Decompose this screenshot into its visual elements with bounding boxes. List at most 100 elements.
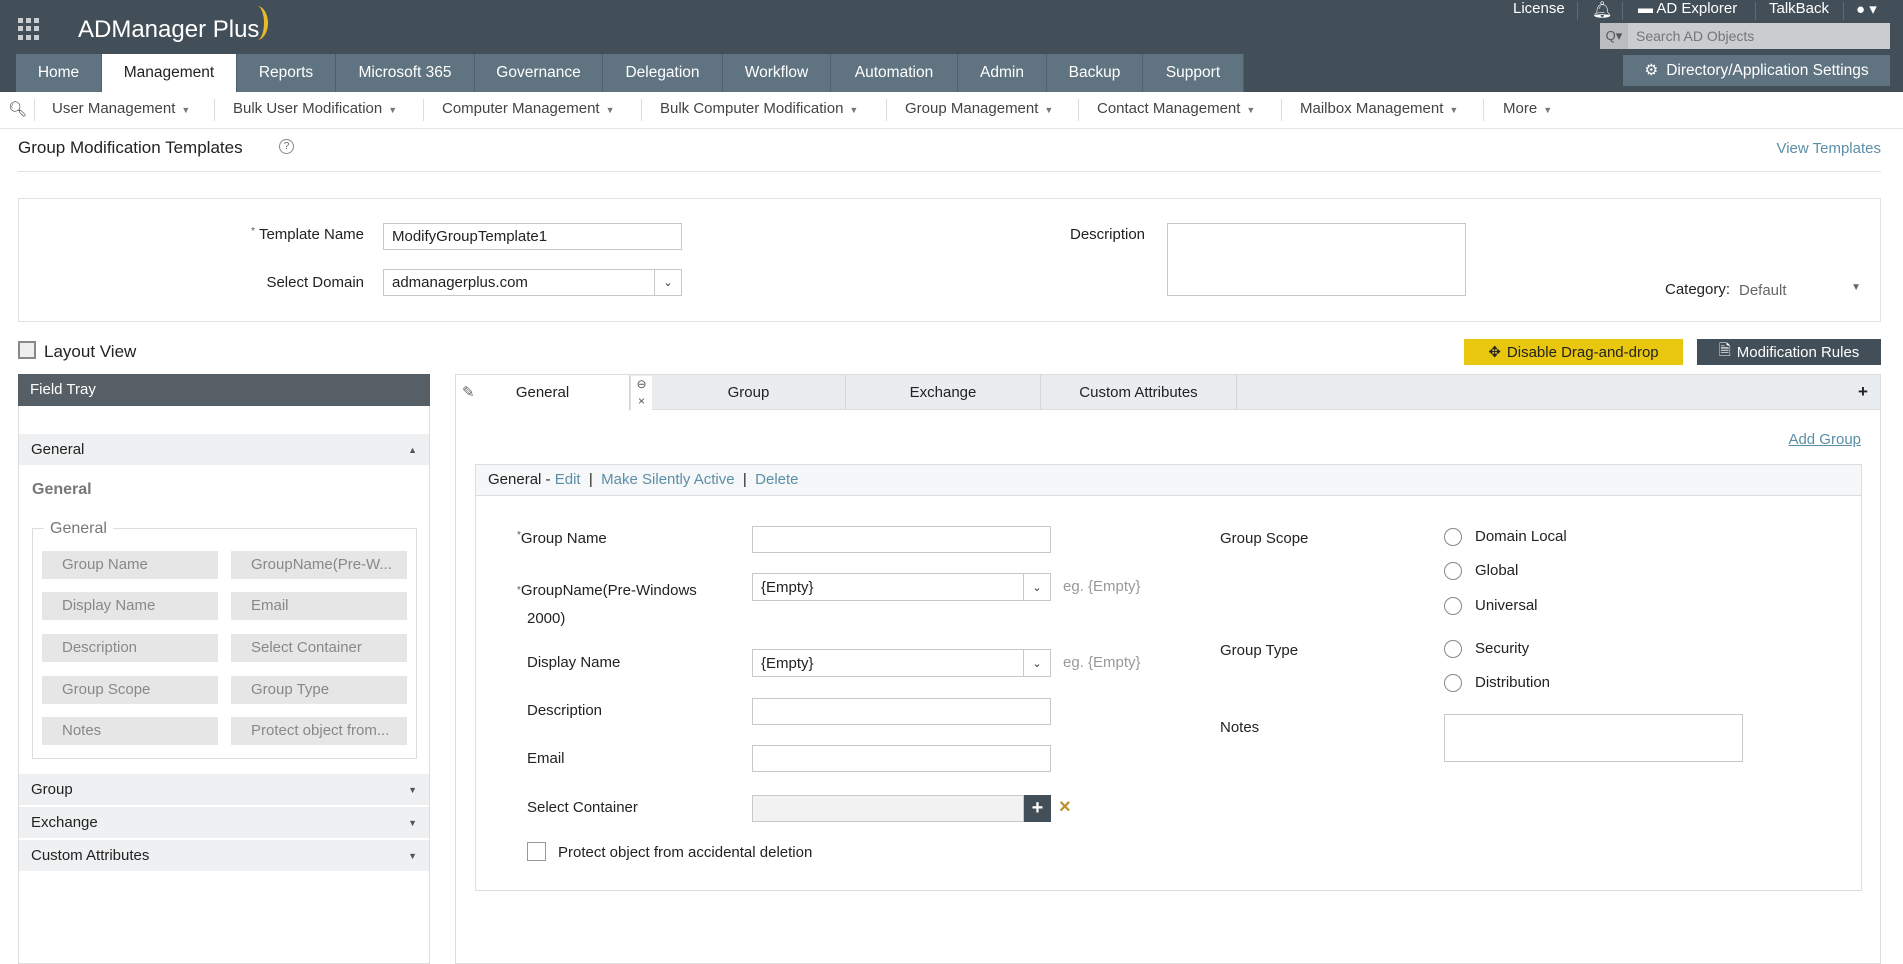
add-tab-plus-icon[interactable]: + (1858, 382, 1868, 402)
layout-tab-group[interactable]: Group (652, 375, 846, 410)
submenu-contact-management[interactable]: Contact Management▼ (1097, 100, 1255, 117)
layout-tab-exchange[interactable]: Exchange (846, 375, 1041, 410)
template-name-label: * Template Name (240, 226, 364, 243)
submenu-bulk-user-modification[interactable]: Bulk User Modification▼ (233, 100, 397, 117)
edit-link[interactable]: Edit (555, 471, 581, 488)
submenu-mailbox-management[interactable]: Mailbox Management▼ (1300, 100, 1458, 117)
collapse-icon[interactable]: ⊖ (631, 376, 652, 393)
protect-object-checkbox[interactable] (527, 842, 546, 861)
description-input[interactable] (752, 698, 1051, 725)
group-box (475, 464, 1862, 891)
add-group-link[interactable]: Add Group (1788, 431, 1861, 448)
tab-backup[interactable]: Backup (1047, 54, 1143, 92)
tab-governance[interactable]: Governance (475, 54, 603, 92)
divider (1078, 99, 1079, 121)
layout-tab-general[interactable]: ✎General (456, 375, 630, 411)
app-grid-icon[interactable] (18, 18, 40, 40)
tab-controls: ⊖× (630, 376, 652, 410)
field-chip[interactable]: Display Name (42, 592, 218, 620)
tray-general-heading: General (32, 481, 92, 499)
field-chip[interactable]: Notes (42, 717, 218, 745)
submenu-bulk-computer-modification[interactable]: Bulk Computer Modification▼ (660, 100, 858, 117)
submenu-user-management[interactable]: User Management▼ (52, 100, 190, 117)
submenu-computer-management[interactable]: Computer Management▼ (442, 100, 615, 117)
modification-rules-button[interactable]: 🗎︎Modification Rules (1697, 339, 1881, 365)
bell-icon[interactable]: 🔔︎ (1592, 0, 1612, 20)
divider (18, 171, 1881, 172)
scope-universal-label: Universal (1475, 597, 1538, 614)
tab-reports[interactable]: Reports (237, 54, 336, 92)
email-label: Email (527, 750, 565, 767)
scope-universal-radio[interactable] (1444, 597, 1462, 615)
type-distribution-radio[interactable] (1444, 674, 1462, 692)
layout-view-title: Layout View (44, 342, 136, 362)
tab-workflow[interactable]: Workflow (723, 54, 831, 92)
select-container-input[interactable] (752, 795, 1024, 822)
user-avatar-icon[interactable]: ● ▾ (1856, 0, 1877, 18)
divider (1622, 2, 1623, 20)
scope-global-radio[interactable] (1444, 562, 1462, 580)
tray-section-exchange[interactable]: Exchange▼ (19, 807, 429, 839)
tray-section-custom-attributes[interactable]: Custom Attributes▼ (19, 840, 429, 872)
category-select[interactable]: Default▼ (1739, 282, 1861, 299)
close-icon[interactable]: × (631, 393, 652, 410)
add-container-plus-icon[interactable]: + (1024, 795, 1051, 822)
description-textarea[interactable] (1167, 223, 1466, 296)
template-name-input[interactable]: ModifyGroupTemplate1 (383, 223, 682, 250)
field-chip[interactable]: Protect object from... (231, 717, 407, 745)
field-chip[interactable]: Description (42, 634, 218, 662)
submenu-more[interactable]: More▼ (1503, 100, 1552, 117)
disable-drag-and-drop-button[interactable]: ✥Disable Drag-and-drop (1464, 339, 1683, 365)
submenu-group-management[interactable]: Group Management▼ (905, 100, 1053, 117)
field-chip[interactable]: Group Name (42, 551, 218, 579)
scope-domain-local-label: Domain Local (1475, 528, 1567, 545)
talkback-link[interactable]: TalkBack (1769, 0, 1829, 17)
tab-support[interactable]: Support (1143, 54, 1244, 92)
group-scope-label: Group Scope (1220, 530, 1308, 547)
field-chip[interactable]: GroupName(Pre-W... (231, 551, 407, 579)
tab-automation[interactable]: Automation (831, 54, 958, 92)
type-security-radio[interactable] (1444, 640, 1462, 658)
chevron-down-icon: ⌄ (654, 270, 681, 295)
scope-domain-local-radio[interactable] (1444, 528, 1462, 546)
field-chip[interactable]: Group Type (231, 676, 407, 704)
domain-select[interactable]: admanagerplus.com⌄ (383, 269, 682, 296)
tray-section-general[interactable]: General▲ (19, 434, 429, 466)
search-box[interactable]: Q▾ (1600, 23, 1890, 49)
edit-pencil-icon[interactable]: ✎ (462, 383, 475, 401)
tab-admin[interactable]: Admin (958, 54, 1047, 92)
field-chip[interactable]: Group Scope (42, 676, 218, 704)
scope-global-label: Global (1475, 562, 1518, 579)
help-icon[interactable]: ? (279, 139, 294, 154)
tab-home[interactable]: Home (16, 54, 102, 92)
delete-link[interactable]: Delete (755, 471, 798, 488)
logo[interactable]: ADManager Plus (78, 16, 259, 44)
move-icon: ✥ (1488, 343, 1501, 361)
field-chip[interactable]: Select Container (231, 634, 407, 662)
menu-search-icon[interactable]: 🔍︎ (8, 100, 27, 118)
tray-section-group[interactable]: Group▼ (19, 774, 429, 806)
notes-textarea[interactable] (1444, 714, 1743, 762)
field-chip[interactable]: Email (231, 592, 407, 620)
pre-windows-2000-select[interactable]: {Empty}⌄ (752, 573, 1051, 601)
make-silently-active-link[interactable]: Make Silently Active (601, 471, 734, 488)
type-security-label: Security (1475, 640, 1529, 657)
search-input[interactable] (1628, 28, 1890, 44)
search-icon[interactable]: Q▾ (1600, 23, 1628, 49)
tab-delegation[interactable]: Delegation (603, 54, 723, 92)
tab-management[interactable]: Management (102, 54, 237, 92)
license-link[interactable]: License (1513, 0, 1565, 17)
chevron-down-icon: ▼ (408, 785, 417, 795)
directory-settings-button[interactable]: ⚙Directory/Application Settings (1623, 55, 1890, 86)
view-templates-link[interactable]: View Templates (1776, 140, 1881, 157)
clear-container-x-icon[interactable]: × (1059, 796, 1071, 819)
email-input[interactable] (752, 745, 1051, 772)
ad-explorer-link[interactable]: ▬ AD Explorer (1638, 0, 1737, 17)
layout-tab-custom-attributes[interactable]: Custom Attributes (1041, 375, 1237, 410)
layout-view-icon (18, 341, 36, 359)
tab-microsoft-365[interactable]: Microsoft 365 (336, 54, 475, 92)
divider (34, 99, 35, 121)
group-name-input[interactable] (752, 526, 1051, 553)
display-name-select[interactable]: {Empty}⌄ (752, 649, 1051, 677)
document-icon: 🗎︎ (1719, 340, 1731, 365)
